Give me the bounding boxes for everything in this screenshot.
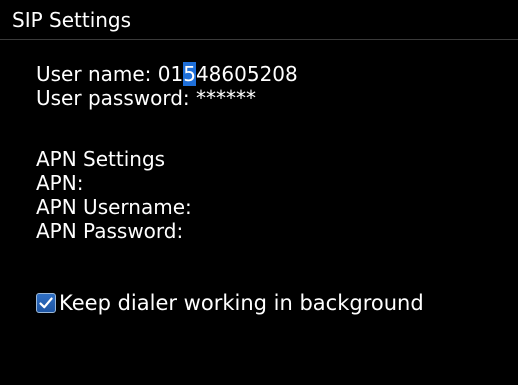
checkmark-icon: [39, 297, 53, 309]
keep-dialer-label: Keep dialer working in background: [59, 291, 424, 315]
apn-password-label: APN Password:: [36, 219, 184, 243]
apn-label: APN:: [36, 171, 84, 195]
title-bar: SIP Settings: [0, 0, 518, 40]
user-password-value[interactable]: ******: [196, 86, 256, 110]
keep-dialer-option[interactable]: Keep dialer working in background: [36, 290, 424, 316]
settings-form: User name: 01548605208 User password: **…: [36, 62, 506, 243]
apn-username-label: APN Username:: [36, 195, 192, 219]
keep-dialer-checkbox[interactable]: [36, 293, 56, 313]
user-password-field[interactable]: User password: ******: [36, 86, 506, 110]
user-name-field[interactable]: User name: 01548605208: [36, 62, 506, 86]
user-password-label: User password:: [36, 86, 190, 110]
page-title: SIP Settings: [12, 8, 132, 32]
user-name-value-prefix: 01: [157, 62, 184, 86]
apn-password-field[interactable]: APN Password:: [36, 219, 506, 243]
text-cursor: 5: [183, 62, 196, 86]
apn-username-field[interactable]: APN Username:: [36, 195, 506, 219]
user-name-label: User name:: [36, 62, 152, 86]
apn-field[interactable]: APN:: [36, 171, 506, 195]
apn-settings-heading: APN Settings: [36, 147, 166, 171]
user-name-value-suffix: 48605208: [195, 62, 298, 86]
user-name-value[interactable]: 01548605208: [158, 62, 298, 86]
